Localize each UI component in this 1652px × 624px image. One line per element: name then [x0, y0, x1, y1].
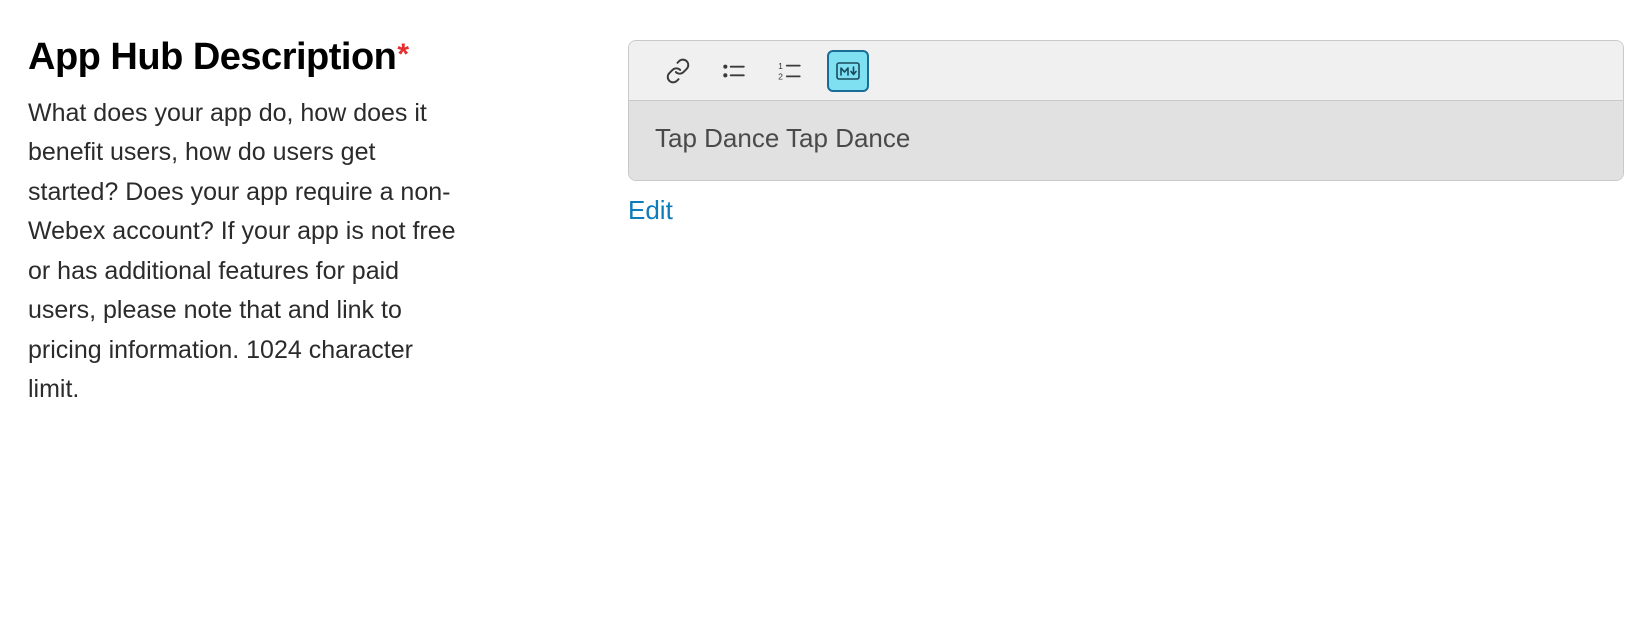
edit-link[interactable]: Edit	[628, 195, 673, 226]
required-indicator: *	[397, 38, 408, 71]
link-icon	[665, 58, 691, 84]
markdown-button[interactable]	[827, 50, 869, 92]
svg-text:2: 2	[778, 71, 783, 81]
field-label: App Hub Description*	[28, 36, 468, 80]
editor-toolbar: 1 2	[629, 41, 1623, 101]
svg-text:1: 1	[778, 60, 783, 70]
field-help-text: What does your app do, how does it benef…	[28, 94, 468, 410]
bullet-list-button[interactable]	[715, 52, 753, 90]
markdown-icon	[836, 62, 860, 80]
ordered-list-button[interactable]: 1 2	[771, 52, 809, 90]
ordered-list-icon: 1 2	[777, 58, 803, 84]
link-button[interactable]	[659, 52, 697, 90]
rich-text-editor: 1 2 Tap Dance Tap Dance	[628, 40, 1624, 181]
editor-content[interactable]: Tap Dance Tap Dance	[629, 101, 1623, 180]
field-label-text: App Hub Description	[28, 36, 396, 78]
bullet-list-icon	[721, 58, 747, 84]
